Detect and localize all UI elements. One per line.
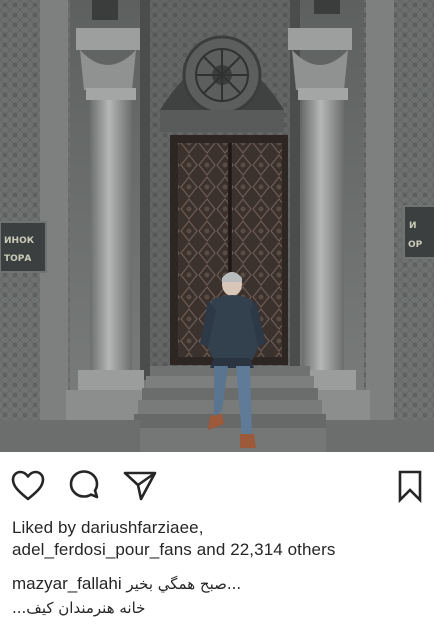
likes-count-link[interactable]: 22,314 others	[230, 540, 335, 559]
svg-text:И: И	[409, 221, 417, 231]
likes-prefix: Liked by	[12, 518, 81, 537]
svg-text:ОР: ОР	[408, 240, 423, 250]
post-photo[interactable]: ИНОК ТОРА И ОР	[0, 0, 434, 452]
post-caption: mazyar_fallahi صبح همگي بخير... خانه هنر…	[12, 572, 426, 620]
svg-text:ИНОК: ИНОК	[4, 236, 35, 246]
building-entrance-image: ИНОК ТОРА И ОР	[0, 0, 434, 452]
caption-username-link[interactable]: mazyar_fallahi	[12, 574, 122, 593]
liked-by-user-link[interactable]: adel_ferdosi_pour_fans	[12, 540, 192, 559]
caption-text-line2: خانه هنرمندان کيف...	[12, 599, 146, 617]
caption-line: mazyar_fallahi صبح همگي بخير...	[12, 572, 426, 596]
post-actions-bar	[0, 462, 434, 508]
heart-icon[interactable]	[10, 468, 46, 504]
comment-icon[interactable]	[66, 468, 102, 504]
liked-by-user-link[interactable]: dariushfarziaee,	[81, 518, 204, 537]
send-icon[interactable]	[122, 468, 158, 504]
svg-text:ТОРА: ТОРА	[4, 254, 31, 264]
likes-connector: and	[191, 540, 231, 559]
bookmark-icon[interactable]	[392, 468, 428, 504]
instagram-post: ИНОК ТОРА И ОР Liked by dariushfarziaee,…	[0, 0, 434, 628]
likes-summary: Liked by dariushfarziaee, adel_ferdosi_p…	[12, 517, 426, 561]
caption-text: صبح همگي بخير...	[126, 575, 242, 593]
